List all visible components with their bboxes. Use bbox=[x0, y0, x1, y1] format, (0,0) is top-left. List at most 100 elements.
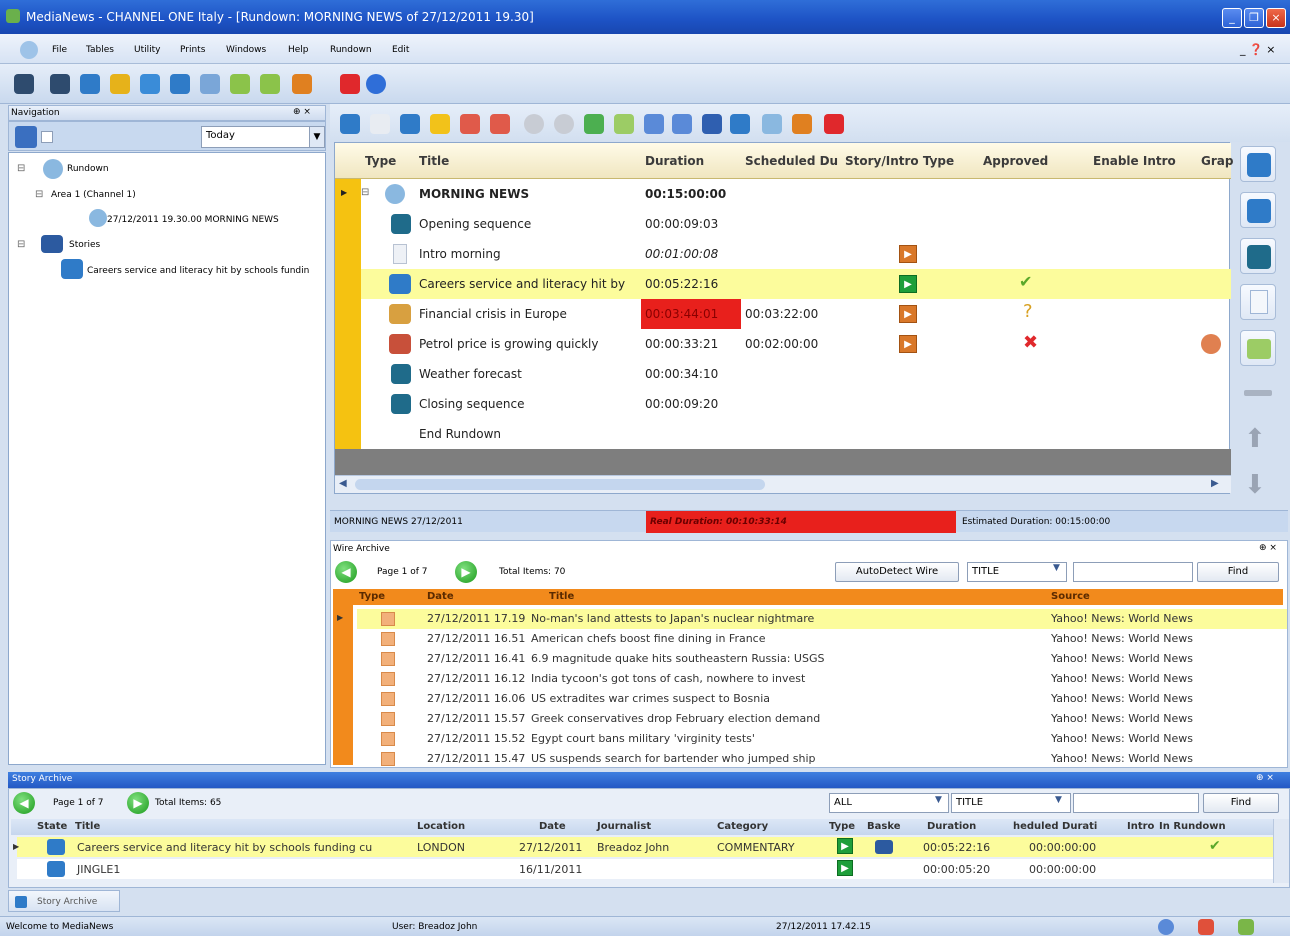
tray-alert-icon[interactable] bbox=[1198, 919, 1214, 935]
menu-tables[interactable]: Tables bbox=[86, 45, 114, 55]
story-col-state[interactable]: State bbox=[37, 821, 67, 832]
story-vertical-scrollbar[interactable] bbox=[1273, 819, 1289, 883]
col-type[interactable]: Type bbox=[365, 143, 396, 179]
story-find-button[interactable]: Find bbox=[1203, 793, 1279, 813]
nav-filter-select[interactable]: Today bbox=[201, 126, 311, 148]
save-icon[interactable] bbox=[702, 114, 722, 134]
story-next-page-button[interactable]: ▶ bbox=[127, 792, 149, 814]
wire-row-selected[interactable]: ▶ 27/12/2011 17.19 No-man's land attests t… bbox=[337, 609, 1287, 629]
rundown-row[interactable]: Financial crisis in Europe 00:03:44:01 0… bbox=[361, 299, 1231, 329]
rundown-row[interactable]: Opening sequence 00:00:09:03 bbox=[361, 209, 1231, 239]
scroll-thumb[interactable] bbox=[355, 479, 765, 490]
wire-row[interactable]: 27/12/2011 16.51 American chefs boost fin… bbox=[357, 629, 1287, 649]
tool-icon-4[interactable] bbox=[110, 74, 130, 94]
story-col-intro[interactable]: Intro bbox=[1127, 821, 1154, 832]
move-up-icon[interactable]: ⬆ bbox=[1244, 424, 1266, 454]
menu-help[interactable]: Help bbox=[288, 45, 309, 55]
tool-icon-9[interactable] bbox=[260, 74, 280, 94]
rundown-row-selected[interactable]: Careers service and literacy hit by 00:0… bbox=[361, 269, 1231, 299]
story-row-selected[interactable]: ▶ Careers service and literacy hit by sc… bbox=[13, 837, 1279, 857]
story-row[interactable]: JINGLE1 16/11/2011 ▶ 00:00:05:20 00:00:0… bbox=[17, 859, 1279, 879]
rd-tool-icon-2[interactable] bbox=[370, 114, 390, 134]
rd-tool-icon-10[interactable] bbox=[614, 114, 634, 134]
tray-globe-icon[interactable] bbox=[1158, 919, 1174, 935]
story-archive-tab[interactable]: Story Archive bbox=[8, 890, 120, 912]
nav-tool-icon[interactable] bbox=[15, 126, 37, 148]
rundown-row[interactable]: Closing sequence 00:00:09:20 bbox=[361, 389, 1231, 419]
tree-area[interactable]: Area 1 (Channel 1) bbox=[51, 190, 136, 200]
rundown-row[interactable]: ▶ ⊟ MORNING NEWS 00:15:00:00 bbox=[341, 179, 1231, 209]
tree-story-item[interactable]: Careers service and literacy hit by scho… bbox=[87, 266, 309, 276]
tray-status-icon[interactable] bbox=[1238, 919, 1254, 935]
tree-rundown[interactable]: Rundown bbox=[67, 164, 109, 174]
col-story-intro[interactable]: Story/Intro Type bbox=[845, 143, 954, 179]
wire-row[interactable]: 27/12/2011 16.12 India tycoon's got tons … bbox=[357, 669, 1287, 689]
wire-field-select[interactable]: TITLE bbox=[967, 562, 1067, 582]
wire-row[interactable]: 27/12/2011 15.52 Egypt court bans militar… bbox=[357, 729, 1287, 749]
pin-icon[interactable]: ⊕ × bbox=[293, 107, 311, 117]
tree-rundown-item[interactable]: 27/12/2011 19.30.00 MORNING NEWS bbox=[107, 215, 279, 225]
rd-tool-icon-7[interactable] bbox=[524, 114, 544, 134]
col-enable-intro[interactable]: Enable Intro bbox=[1093, 143, 1176, 179]
wire-col-source[interactable]: Source bbox=[1051, 591, 1090, 602]
rd-tool-icon-16[interactable] bbox=[792, 114, 812, 134]
restore-icon[interactable]: ❐ bbox=[1244, 8, 1264, 28]
story-col-basket[interactable]: Baske bbox=[867, 821, 901, 832]
tree-expander-area[interactable]: ⊟ bbox=[35, 189, 43, 200]
wire-row[interactable]: 27/12/2011 15.47 US suspends search for b… bbox=[357, 749, 1287, 769]
tree-stories[interactable]: Stories bbox=[69, 240, 100, 250]
story-prev-page-button[interactable]: ◀ bbox=[13, 792, 35, 814]
wire-col-type[interactable]: Type bbox=[359, 591, 385, 602]
rd-tool-icon-6[interactable] bbox=[490, 114, 510, 134]
story-col-location[interactable]: Location bbox=[417, 821, 465, 832]
col-scheduled[interactable]: Scheduled Du bbox=[745, 143, 838, 179]
tool-icon-8[interactable] bbox=[230, 74, 250, 94]
help-icon[interactable] bbox=[366, 74, 386, 94]
story-col-duration[interactable]: Duration bbox=[927, 821, 976, 832]
scroll-right-icon[interactable]: ▶ bbox=[1211, 478, 1219, 489]
menu-file[interactable]: File bbox=[52, 45, 67, 55]
rd-tool-icon-4[interactable] bbox=[430, 114, 450, 134]
menu-prints[interactable]: Prints bbox=[180, 45, 205, 55]
chevron-down-icon[interactable]: ▼ bbox=[309, 126, 325, 148]
wire-search-input[interactable] bbox=[1073, 562, 1193, 582]
menu-utility[interactable]: Utility bbox=[134, 45, 160, 55]
tool-icon-2[interactable] bbox=[50, 74, 70, 94]
story-col-journalist[interactable]: Journalist bbox=[597, 821, 651, 832]
move-down-icon[interactable]: ⬇ bbox=[1244, 470, 1266, 500]
col-approved[interactable]: Approved bbox=[983, 143, 1048, 179]
rd-tool-icon-1[interactable] bbox=[340, 114, 360, 134]
story-filter-select[interactable]: ALL bbox=[829, 793, 949, 813]
rd-tool-icon-14[interactable] bbox=[730, 114, 750, 134]
add-page-button[interactable] bbox=[1240, 284, 1276, 320]
tool-icon-10[interactable] bbox=[292, 74, 312, 94]
story-col-title[interactable]: Title bbox=[75, 821, 100, 832]
chevron-down-icon[interactable]: ▼ bbox=[1055, 795, 1062, 805]
nav-checkbox[interactable] bbox=[41, 131, 53, 143]
sequence-button[interactable] bbox=[1240, 238, 1276, 274]
col-title[interactable]: Title bbox=[419, 143, 449, 179]
wire-col-title[interactable]: Title bbox=[549, 591, 574, 602]
story-search-input[interactable] bbox=[1073, 793, 1199, 813]
chevron-down-icon[interactable]: ▼ bbox=[1053, 563, 1060, 573]
rundown-row[interactable]: Intro morning 00:01:00:08 ▶ bbox=[361, 239, 1231, 269]
menu-rundown[interactable]: Rundown bbox=[330, 45, 372, 55]
story-col-in-rundown[interactable]: In Rundown bbox=[1159, 821, 1226, 832]
menu-windows[interactable]: Windows bbox=[226, 45, 266, 55]
menu-edit[interactable]: Edit bbox=[392, 45, 409, 55]
tool-icon-1[interactable] bbox=[14, 74, 34, 94]
tool-icon-3[interactable] bbox=[80, 74, 100, 94]
tool-icon-5[interactable] bbox=[140, 74, 160, 94]
story-pin-icon[interactable]: ⊕ × bbox=[1256, 773, 1274, 783]
col-duration[interactable]: Duration bbox=[645, 143, 704, 179]
rd-tool-icon-5[interactable] bbox=[460, 114, 480, 134]
story-col-scheduled[interactable]: heduled Durati bbox=[1013, 821, 1097, 832]
tool-icon-6[interactable] bbox=[170, 74, 190, 94]
rd-tool-icon-8[interactable] bbox=[554, 114, 574, 134]
next-page-button[interactable]: ▶ bbox=[455, 561, 477, 583]
undo-icon[interactable] bbox=[644, 114, 664, 134]
rundown-row[interactable]: Petrol price is growing quickly 00:00:33… bbox=[361, 329, 1231, 359]
wire-find-button[interactable]: Find bbox=[1197, 562, 1279, 582]
story-col-type[interactable]: Type bbox=[829, 821, 855, 832]
wire-col-date[interactable]: Date bbox=[427, 591, 454, 602]
